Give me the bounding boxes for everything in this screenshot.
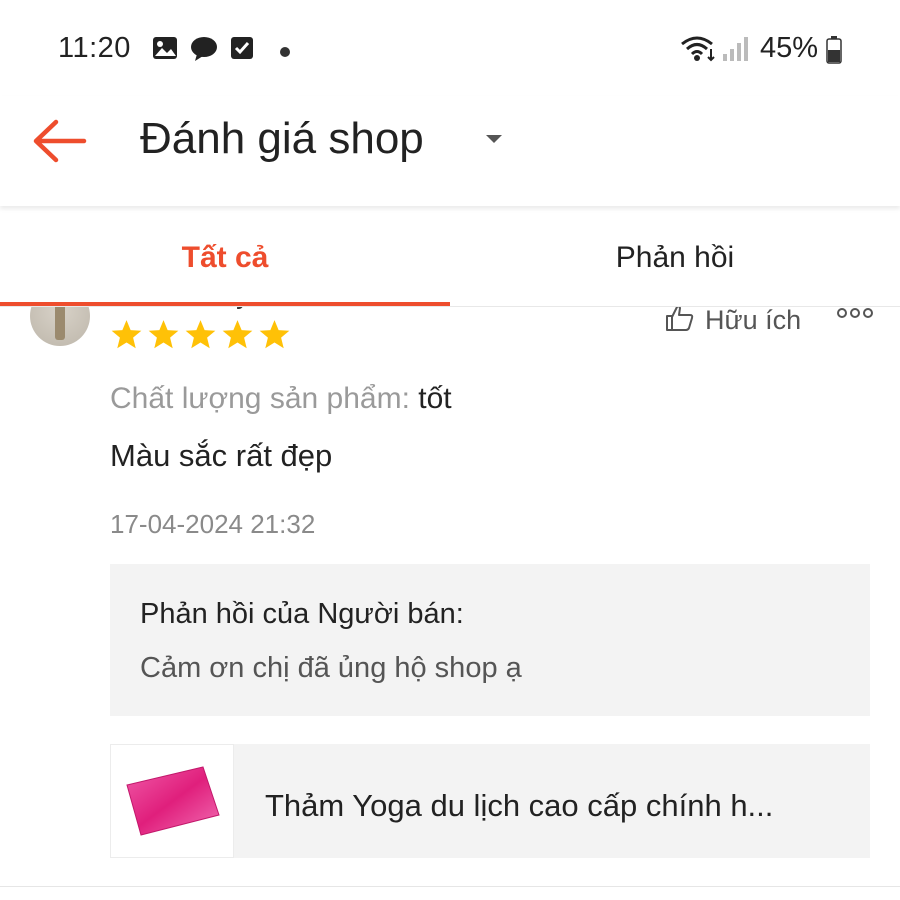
battery-icon: [826, 36, 842, 69]
seller-reply: Phản hồi của Người bán: Cảm ơn chị đã ủn…: [110, 564, 870, 716]
helpful-button[interactable]: Hữu ích: [665, 304, 801, 337]
seller-reply-text: Cảm ơn chị đã ủng hộ shop ạ: [140, 652, 522, 684]
caret-down-icon[interactable]: [484, 132, 504, 150]
quality-value: tốt: [418, 382, 452, 415]
dot-icon: [280, 44, 290, 62]
more-dots-icon: [836, 307, 874, 324]
chat-bubble-icon: [190, 36, 218, 67]
wifi-icon: [680, 34, 718, 67]
divider: [0, 886, 900, 887]
app-bar: Đánh giá shop: [0, 96, 900, 206]
helpful-label: Hữu ích: [705, 305, 802, 335]
status-time: 11:20: [58, 32, 131, 64]
star-icon: [259, 320, 290, 349]
quality-label: Chất lượng sản phẩm:: [110, 382, 410, 415]
tab-replies[interactable]: Phản hồi: [450, 206, 900, 306]
thumbs-up-icon: [665, 304, 695, 337]
review-item: trannhatmy1772 Hữu ích Chất lượng sản ph…: [0, 206, 900, 900]
product-thumbnail: [110, 744, 234, 858]
active-tab-indicator: [0, 302, 450, 306]
arrow-left-icon: [30, 119, 90, 168]
review-timestamp: 17-04-2024 21:32: [110, 509, 316, 539]
tab-all[interactable]: Tất cả: [0, 206, 450, 306]
star-rating: [110, 318, 291, 351]
page-title: Đánh giá shop: [140, 114, 424, 163]
product-quality: Chất lượng sản phẩm: tốt: [110, 382, 452, 416]
star-icon: [148, 320, 179, 349]
product-name: Thảm Yoga du lịch cao cấp chính h...: [265, 788, 774, 823]
review-comment: Màu sắc rất đẹp: [110, 438, 333, 473]
star-icon: [222, 320, 253, 349]
status-bar: 11:20 45%: [0, 0, 900, 96]
star-icon: [111, 320, 142, 349]
checkbox-icon: [230, 36, 254, 65]
seller-reply-title: Phản hồi của Người bán:: [140, 598, 464, 630]
star-icon: [185, 320, 216, 349]
back-button[interactable]: [30, 118, 94, 164]
gallery-icon: [152, 36, 178, 65]
signal-icon: [722, 36, 750, 67]
more-options-button[interactable]: [836, 306, 874, 325]
review-tabs: Tất cả Phản hồi: [0, 206, 900, 307]
product-card[interactable]: Thảm Yoga du lịch cao cấp chính h...: [110, 744, 870, 858]
battery-percent: 45%: [760, 32, 819, 64]
